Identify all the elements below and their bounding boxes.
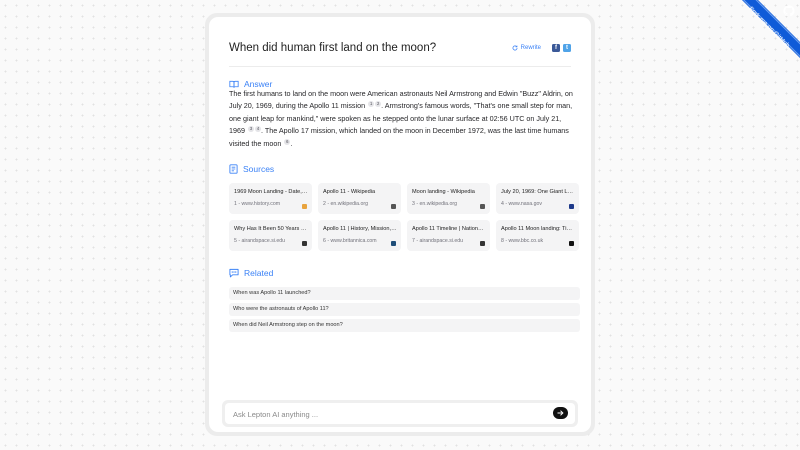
question-title: When did human first land on the moon? [229,42,437,54]
history-favicon-icon [302,204,307,209]
github-ribbon[interactable]: Fork me on GitHub [720,0,800,80]
answer-part-4: . [290,138,293,148]
source-domain: 7 - airandspace.si.edu [412,238,464,244]
citation-badge[interactable]: 1 [368,101,375,108]
smithsonian-favicon-icon [480,241,485,246]
smithsonian-favicon-icon [302,241,307,246]
source-title: 1969 Moon Landing - Date, Facts, Video [234,189,308,195]
search-bar [222,400,578,427]
nasa-favicon-icon [569,204,574,209]
sources-heading: Sources [229,164,274,174]
arrow-right-icon [557,410,564,416]
source-card[interactable]: Apollo 11 | History, Mission, Landing 6 -… [318,220,401,251]
source-domain: 2 - en.wikipedia.org [323,201,368,207]
source-card[interactable]: Why Has It Been 50 Years Since... 5 - air… [229,220,312,251]
search-box [225,403,575,426]
source-title: July 20, 1969: One Giant Leap For Mankin… [501,189,575,195]
source-card[interactable]: 1969 Moon Landing - Date, Facts, Video 1 … [229,183,312,214]
source-domain: 8 - www.bbc.co.uk [501,238,544,244]
sources-grid: 1969 Moon Landing - Date, Facts, Video 1 … [229,183,580,251]
citation-badge[interactable]: 3 [248,126,254,133]
source-title: Apollo 11 Timeline | National Air and Sp… [412,226,486,232]
refresh-icon [512,45,518,51]
source-title: Apollo 11 - Wikipedia [323,189,376,195]
source-domain: 3 - en.wikipedia.org [412,201,457,207]
source-title: Apollo 11 Moon landing: Timeline [501,226,575,232]
related-question[interactable]: When did Neil Armstrong step on the moon… [229,319,580,332]
source-card[interactable]: Apollo 11 - Wikipedia 2 - en.wikipedia.or… [318,183,401,214]
source-title: Apollo 11 | History, Mission, Landing [323,226,397,232]
wikipedia-favicon-icon [480,204,485,209]
submit-button[interactable] [553,407,568,419]
rewrite-button[interactable]: Rewrite [512,45,541,51]
github-octocat-icon [783,5,795,17]
source-domain: 5 - airandspace.si.edu [234,238,286,244]
facebook-share-icon[interactable]: f [552,44,560,52]
result-card: When did human first land on the moon? R… [209,17,591,432]
answer-text: The first humans to land on the moon wer… [229,88,579,150]
document-icon [229,164,238,174]
question-header: When did human first land on the moon? R… [229,30,571,67]
source-card[interactable]: Apollo 11 Timeline | National Air and Sp… [407,220,490,251]
related-question[interactable]: Who were the astronauts of Apollo 11? [229,303,580,316]
source-domain: 6 - www.britannica.com [323,238,377,244]
source-domain: 1 - www.history.com [234,201,281,207]
source-card[interactable]: July 20, 1969: One Giant Leap For Mankin… [496,183,579,214]
rewrite-label: Rewrite [520,45,541,51]
source-title: Moon landing - Wikipedia [412,189,475,195]
bbc-favicon-icon [569,241,574,246]
app-shell: When did human first land on the moon? R… [205,13,595,436]
related-heading: Related [229,268,273,278]
sources-heading-label: Sources [243,164,275,174]
related-heading-label: Related [244,268,274,278]
related-list: When was Apollo 11 launched? Who were the… [229,287,580,335]
britannica-favicon-icon [391,241,396,246]
source-title: Why Has It Been 50 Years Since... [234,226,308,232]
answer-part-3: . The Apollo 17 mission, which landed on… [229,126,569,148]
search-input[interactable] [225,403,555,426]
related-question[interactable]: When was Apollo 11 launched? [229,287,580,300]
twitter-share-icon[interactable]: t [563,44,571,52]
chat-bubble-icon [229,268,239,278]
source-domain: 4 - www.nasa.gov [501,201,542,207]
wikipedia-favicon-icon [391,204,396,209]
source-card[interactable]: Apollo 11 Moon landing: Timeline 8 - www.… [496,220,579,251]
source-card[interactable]: Moon landing - Wikipedia 3 - en.wikipedia… [407,183,490,214]
